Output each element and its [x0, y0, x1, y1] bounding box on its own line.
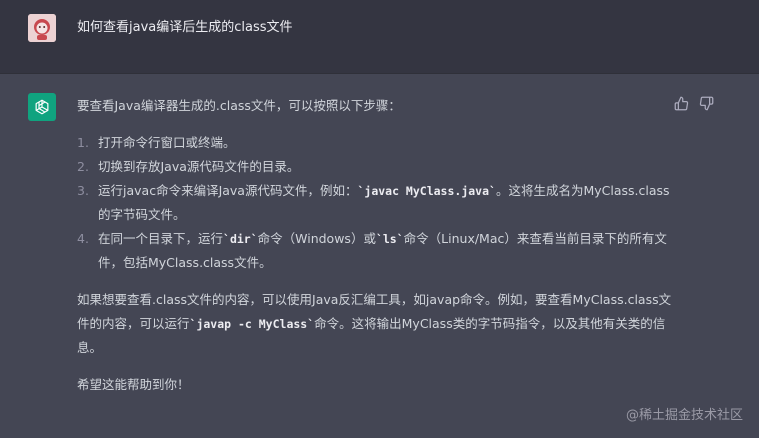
thumbs-up-icon — [674, 96, 689, 111]
response-closing: 希望这能帮助到你！ — [77, 377, 190, 392]
inline-code: `dir` — [223, 232, 258, 246]
text-run: 在同一个目录下，运行 — [98, 231, 224, 246]
thumbs-up-button[interactable] — [674, 96, 689, 111]
inline-code: `javap -c MyClass` — [189, 317, 315, 331]
text-run: 运行javac命令来编译Java源代码文件，例如： — [98, 183, 358, 198]
step-item: 3. 运行javac命令来编译Java源代码文件，例如：`javac MyClas… — [77, 179, 677, 227]
inline-code: `ls` — [375, 232, 404, 246]
step-number: 1. — [77, 135, 89, 150]
step-number: 4. — [77, 231, 89, 246]
step-item: 4. 在同一个目录下，运行`dir`命令（Windows）或`ls`命令（Linu… — [77, 227, 677, 275]
response-intro: 要查看Java编译器生成的.class文件，可以按照以下步骤： — [77, 98, 401, 113]
step-item: 1. 打开命令行窗口或终端。 — [77, 131, 677, 155]
response-paragraph: 如果想要查看.class文件的内容，可以使用Java反汇编工具，如javap命令… — [77, 288, 677, 360]
user-question-text: 如何查看java编译后生成的class文件 — [77, 20, 293, 35]
step-number: 2. — [77, 159, 89, 174]
user-message-row: 如何查看java编译后生成的class文件 — [0, 0, 759, 74]
step-number: 3. — [77, 183, 89, 198]
inline-code: `javac MyClass.java` — [357, 184, 496, 198]
feedback-buttons — [674, 96, 714, 111]
thumbs-down-button[interactable] — [699, 96, 714, 111]
text-run: 切换到存放Java源代码文件的目录。 — [98, 159, 300, 174]
step-item: 2. 切换到存放Java源代码文件的目录。 — [77, 155, 677, 179]
user-avatar-icon — [28, 14, 56, 42]
watermark: @稀土掘金技术社区 — [625, 408, 743, 423]
assistant-response: 要查看Java编译器生成的.class文件，可以按照以下步骤： 1. 打开命令行窗… — [77, 94, 677, 397]
steps-list: 1. 打开命令行窗口或终端。 2. 切换到存放Java源代码文件的目录。 3. 运行jav… — [77, 131, 677, 275]
text-run: 命令（Windows）或 — [257, 231, 376, 246]
openai-logo-icon — [35, 99, 49, 115]
user-avatar — [28, 14, 56, 42]
thumbs-down-icon — [699, 96, 714, 111]
text-run: 打开命令行窗口或终端。 — [98, 135, 236, 150]
assistant-avatar — [28, 93, 56, 121]
